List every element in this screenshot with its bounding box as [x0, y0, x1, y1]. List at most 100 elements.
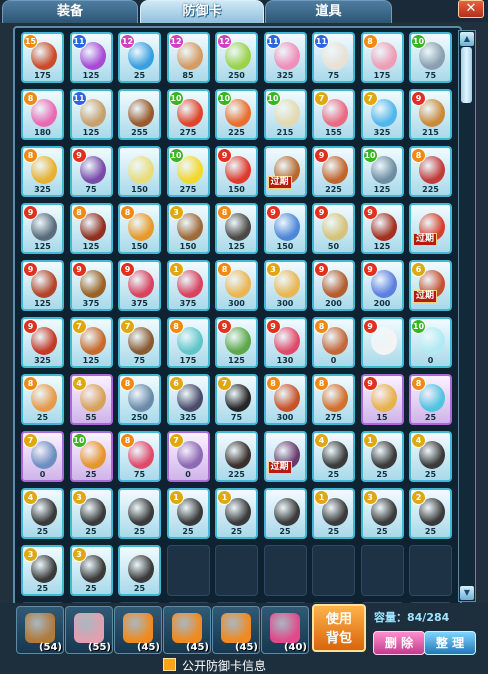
defense-card[interactable]: 3 25	[69, 545, 113, 596]
defense-card[interactable]: 9 375	[69, 260, 113, 311]
empty-card-slot[interactable]	[166, 545, 210, 596]
defense-card[interactable]: 8 250	[118, 374, 161, 425]
defense-card[interactable]: 11 75	[312, 32, 355, 83]
defense-card[interactable]: 9 150	[215, 146, 258, 197]
defense-card[interactable]: 9 375	[118, 260, 161, 311]
defense-card[interactable]: 7 155	[312, 89, 355, 140]
defense-card[interactable]: 11 125	[69, 32, 113, 83]
tab-items[interactable]: 道具	[265, 0, 392, 23]
card-bag-slot[interactable]: (45)	[114, 606, 162, 654]
defense-card[interactable]: 8 225	[409, 146, 452, 197]
card-bag-slot[interactable]: (54)	[16, 606, 64, 654]
defense-card[interactable]: 25	[118, 488, 161, 539]
defense-card[interactable]: 9 150	[263, 203, 307, 254]
defense-card[interactable]: 12 250	[215, 32, 258, 83]
tab-equipment[interactable]: 装备	[2, 0, 138, 23]
defense-card[interactable]: 9 125	[21, 260, 64, 311]
defense-card[interactable]: 8 275	[312, 374, 355, 425]
empty-card-slot[interactable]	[312, 545, 355, 596]
defense-card[interactable]: 8 150	[118, 203, 161, 254]
defense-card[interactable]: 8 175	[360, 32, 404, 83]
defense-card[interactable]: 3 25	[21, 545, 64, 596]
defense-card[interactable]: 3 300	[263, 260, 307, 311]
public-cards-checkbox[interactable]	[163, 658, 176, 671]
defense-card[interactable]: 1 25	[166, 488, 210, 539]
scroll-down-icon[interactable]: ▼	[460, 586, 474, 600]
defense-card[interactable]: 9 125	[21, 203, 64, 254]
defense-card[interactable]: 10 225	[215, 89, 258, 140]
defense-card[interactable]: 8 125	[215, 203, 258, 254]
defense-card[interactable]: 1 25	[360, 431, 404, 482]
sort-button[interactable]: 整 理	[424, 631, 476, 655]
defense-card[interactable]: 8 175	[166, 317, 210, 368]
defense-card[interactable]: 过期	[263, 431, 307, 482]
defense-card[interactable]: 10 0	[409, 317, 452, 368]
defense-card[interactable]: 70	[21, 431, 64, 482]
defense-card[interactable]: 10 275	[166, 146, 210, 197]
card-bag-slot[interactable]: (40)	[261, 606, 309, 654]
defense-card[interactable]: 过期	[409, 203, 452, 254]
defense-card[interactable]: 9 200	[360, 260, 404, 311]
defense-card[interactable]: 8 75	[118, 431, 161, 482]
defense-card[interactable]: 3 25	[360, 488, 404, 539]
defense-card[interactable]: 9 75	[69, 146, 113, 197]
defense-card[interactable]: 4 25	[409, 431, 452, 482]
defense-card[interactable]: 80	[312, 317, 355, 368]
tab-defense-cards[interactable]: 防御卡	[140, 0, 264, 23]
defense-card[interactable]: 10 125	[360, 146, 404, 197]
delete-button[interactable]: 删 除	[373, 631, 425, 655]
card-bag-slot[interactable]: (45)	[163, 606, 211, 654]
defense-card[interactable]: 8 25	[409, 374, 452, 425]
defense-card[interactable]: 9 50	[312, 203, 355, 254]
defense-card[interactable]: 1 25	[312, 488, 355, 539]
defense-card[interactable]: 9 15	[360, 374, 404, 425]
defense-card[interactable]: 6 过期	[409, 260, 452, 311]
scroll-thumb[interactable]	[461, 47, 472, 103]
close-icon[interactable]: ✕	[458, 0, 484, 18]
defense-card[interactable]: 1 25	[215, 488, 258, 539]
defense-card[interactable]: 8 180	[21, 89, 64, 140]
defense-card[interactable]: 7 125	[69, 317, 113, 368]
defense-card[interactable]: 3 25	[69, 488, 113, 539]
empty-card-slot[interactable]	[215, 545, 258, 596]
defense-card[interactable]: 9 125	[215, 317, 258, 368]
card-bag-slot[interactable]: (55)	[65, 606, 113, 654]
defense-card[interactable]: 9 225	[312, 146, 355, 197]
defense-card[interactable]: 9	[360, 317, 404, 368]
defense-card[interactable]: 9 200	[312, 260, 355, 311]
defense-card[interactable]: 10 275	[166, 89, 210, 140]
empty-card-slot[interactable]	[360, 545, 404, 596]
defense-card[interactable]: 12 85	[166, 32, 210, 83]
defense-card[interactable]: 9 125	[360, 203, 404, 254]
empty-card-slot[interactable]	[263, 545, 307, 596]
defense-card[interactable]: 11 325	[263, 32, 307, 83]
defense-card[interactable]: 7 75	[215, 374, 258, 425]
empty-card-slot[interactable]	[409, 545, 452, 596]
defense-card[interactable]: 225	[215, 431, 258, 482]
use-bag-button[interactable]: 使用 背包	[312, 604, 366, 652]
defense-card[interactable]: 3 150	[166, 203, 210, 254]
defense-card[interactable]: 11 125	[69, 89, 113, 140]
defense-card[interactable]: 255	[118, 89, 161, 140]
defense-card[interactable]: 8 325	[21, 146, 64, 197]
defense-card[interactable]: 1 375	[166, 260, 210, 311]
defense-card[interactable]: 8 300	[215, 260, 258, 311]
defense-card[interactable]: 9 130	[263, 317, 307, 368]
defense-card[interactable]: 过期	[263, 146, 307, 197]
defense-card[interactable]: 10 25	[69, 431, 113, 482]
scroll-up-icon[interactable]: ▲	[460, 32, 474, 46]
defense-card[interactable]: 7 75	[118, 317, 161, 368]
defense-card[interactable]: 25	[118, 545, 161, 596]
defense-card[interactable]: 6 325	[166, 374, 210, 425]
defense-card[interactable]: 9 215	[409, 89, 452, 140]
defense-card[interactable]: 225	[409, 488, 452, 539]
defense-card[interactable]: 15 175	[21, 32, 64, 83]
defense-card[interactable]: 4 25	[21, 488, 64, 539]
defense-card[interactable]: 8 25	[21, 374, 64, 425]
defense-card[interactable]: 8 300	[263, 374, 307, 425]
defense-card[interactable]: 10 75	[409, 32, 452, 83]
card-bag-slot[interactable]: (45)	[212, 606, 260, 654]
defense-card[interactable]: 12 25	[118, 32, 161, 83]
defense-card[interactable]: 70	[166, 431, 210, 482]
defense-card[interactable]: 9 325	[21, 317, 64, 368]
